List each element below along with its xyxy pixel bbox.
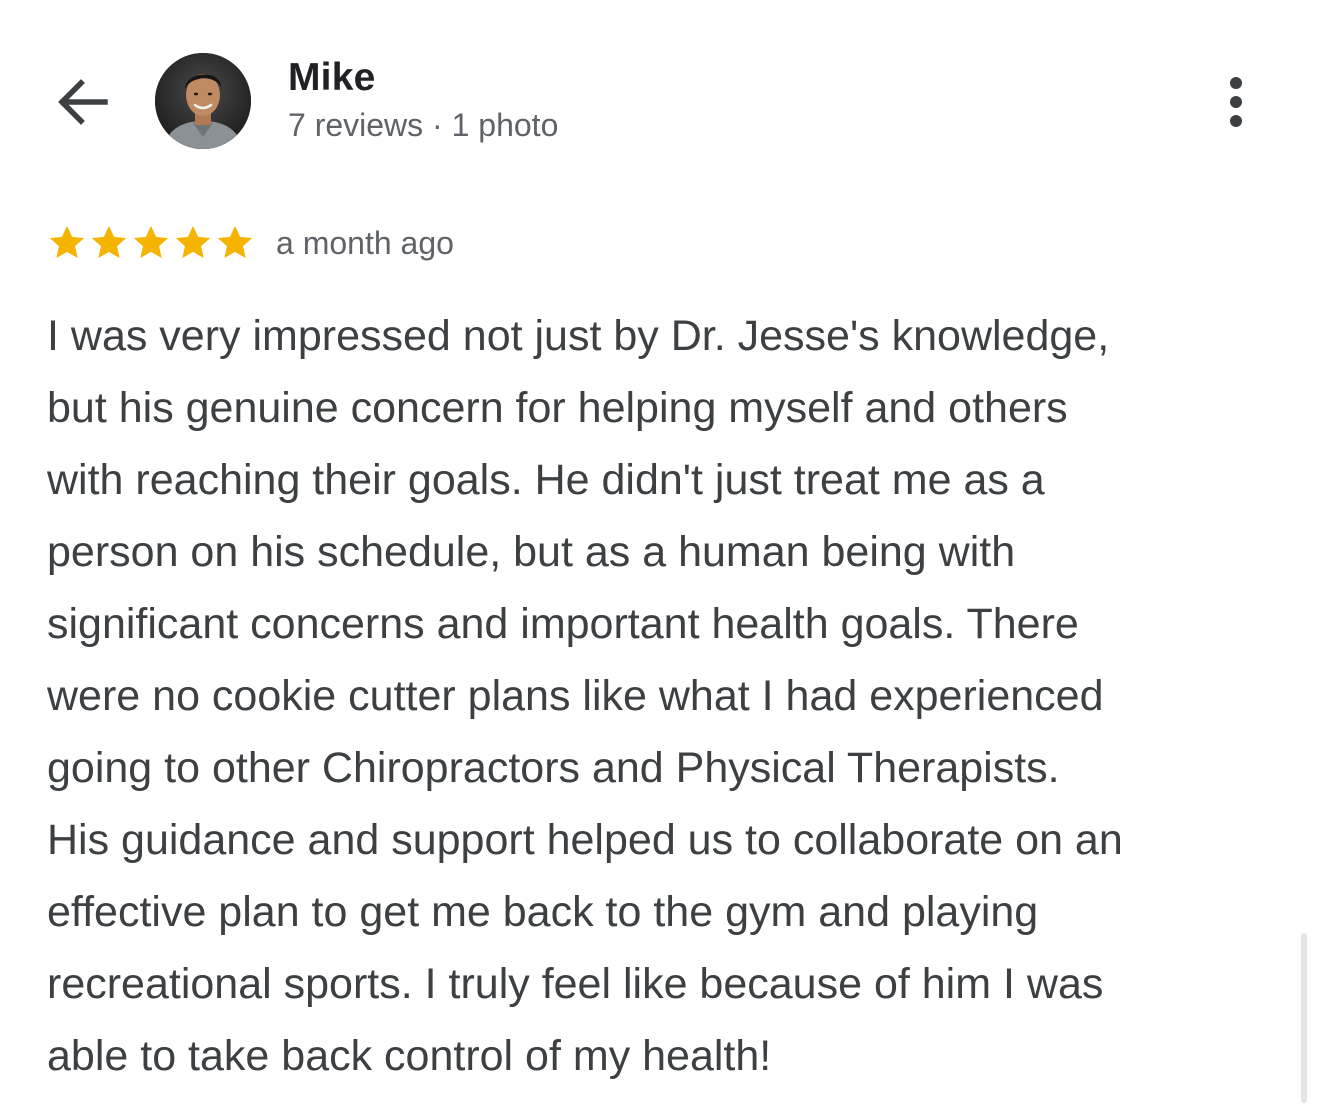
review-text-line: were no cookie cutter plans like what I … xyxy=(47,672,1104,720)
review-text-line: with reaching their goals. He didn't jus… xyxy=(47,456,1045,504)
review-text-line: significant concerns and important healt… xyxy=(47,600,1079,648)
reviewer-name[interactable]: Mike xyxy=(288,54,376,102)
review-text-line: I was very impressed not just by Dr. Jes… xyxy=(47,312,1110,360)
review-date: a month ago xyxy=(276,225,454,261)
review-text: I was very impressed not just by Dr. Jes… xyxy=(47,300,1287,1092)
reviewer-stats: 7 reviews · 1 photo xyxy=(288,107,559,143)
star-icon xyxy=(49,225,85,259)
review-text-line: but his genuine concern for helping myse… xyxy=(47,384,1068,432)
star-icon xyxy=(217,225,253,259)
review-text-line: able to take back control of my health! xyxy=(47,1032,772,1080)
avatar[interactable] xyxy=(155,53,251,149)
review-text-line: His guidance and support helped us to co… xyxy=(47,816,1123,864)
star-icon xyxy=(133,225,169,259)
more-options-button[interactable] xyxy=(1212,70,1260,134)
star-icon xyxy=(91,225,127,259)
review-text-line: recreational sports. I truly feel like b… xyxy=(47,960,1104,1008)
more-vert-icon xyxy=(1230,77,1242,127)
star-rating xyxy=(46,222,256,264)
scrollbar[interactable] xyxy=(1301,933,1307,1103)
arrow-left-icon xyxy=(58,79,108,125)
review-text-line: going to other Chiropractors and Physica… xyxy=(47,744,1060,792)
rating-row: a month ago xyxy=(46,220,454,266)
review-text-line: effective plan to get me back to the gym… xyxy=(47,888,1039,936)
back-button[interactable] xyxy=(50,72,114,132)
avatar-photo xyxy=(155,53,251,149)
review-text-line: person on his schedule, but as a human b… xyxy=(47,528,1016,576)
star-icon xyxy=(175,225,211,259)
